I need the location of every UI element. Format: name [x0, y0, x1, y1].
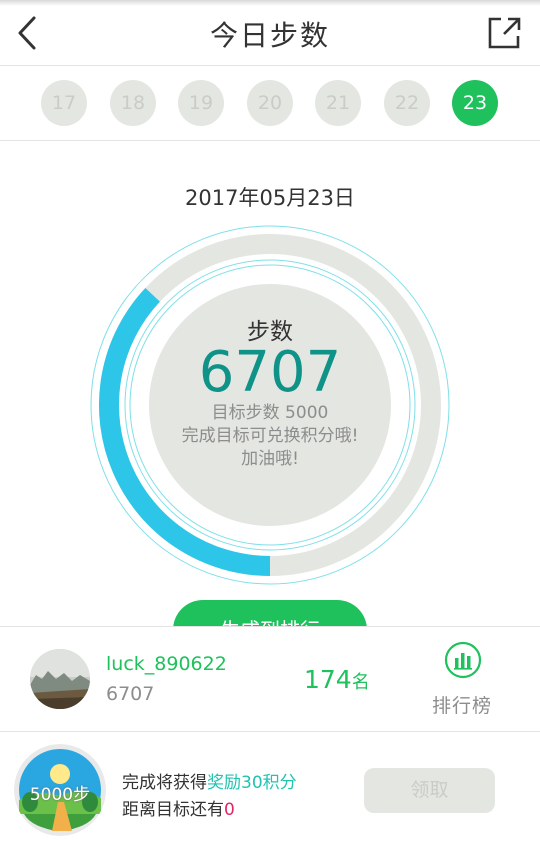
reward-line-2: 距离目标还有0 [122, 795, 235, 820]
leaderboard-button[interactable] [444, 641, 482, 679]
day-20[interactable]: 20 [247, 80, 293, 126]
day-23[interactable]: 23 [452, 80, 498, 126]
rank-display: 174名 [304, 665, 370, 694]
bar-chart-icon [444, 641, 482, 679]
user-rank-panel: luck_890622 6707 174名 排行榜 [0, 626, 540, 732]
leaderboard-label[interactable]: 排行榜 [432, 691, 492, 718]
current-date: 2017年05月23日 [185, 186, 355, 210]
day-18[interactable]: 18 [110, 80, 156, 126]
rank-number: 174 [304, 665, 352, 694]
share-button[interactable] [486, 14, 522, 52]
day-22[interactable]: 22 [384, 80, 430, 126]
day-selector: 17 18 19 20 21 22 23 [0, 66, 540, 141]
remaining-value: 0 [224, 800, 235, 820]
steps-value: 6707 [198, 340, 342, 405]
goal-text: 目标步数 5000 [211, 403, 329, 423]
today-steps-screen: 今日步数 17 18 19 20 21 22 23 2017年05月23日 步数… [0, 0, 540, 851]
day-17[interactable]: 17 [41, 80, 87, 126]
rank-unit: 名 [351, 672, 370, 693]
avatar[interactable] [30, 649, 90, 709]
ring-content: 步数 6707 目标步数 5000 完成目标可兑换积分哦! 加油哦! [150, 312, 390, 471]
reward-line-1: 完成将获得奖励30积分 [122, 768, 297, 793]
hint-text-2: 加油哦! [241, 449, 299, 469]
reward-prefix: 完成将获得 [122, 773, 207, 793]
header: 今日步数 [0, 0, 540, 66]
remaining-prefix: 距离目标还有 [122, 800, 224, 820]
page-title: 今日步数 [209, 19, 330, 52]
badge-text: 5000步 [29, 785, 91, 805]
user-steps: 6707 [106, 683, 155, 705]
share-external-icon [488, 17, 521, 49]
avatar-image [30, 649, 90, 709]
hint-text-1: 完成目标可兑换积分哦! [181, 426, 359, 446]
top-shadow [0, 0, 540, 6]
day-19[interactable]: 19 [178, 80, 224, 126]
username: luck_890622 [106, 653, 227, 675]
claim-button[interactable]: 领取 [364, 768, 495, 813]
day-21[interactable]: 21 [315, 80, 361, 126]
reward-panel: 5000步 完成将获得奖励30积分 距离目标还有0 领取 [0, 732, 540, 851]
reward-points: 奖励30积分 [207, 773, 297, 793]
